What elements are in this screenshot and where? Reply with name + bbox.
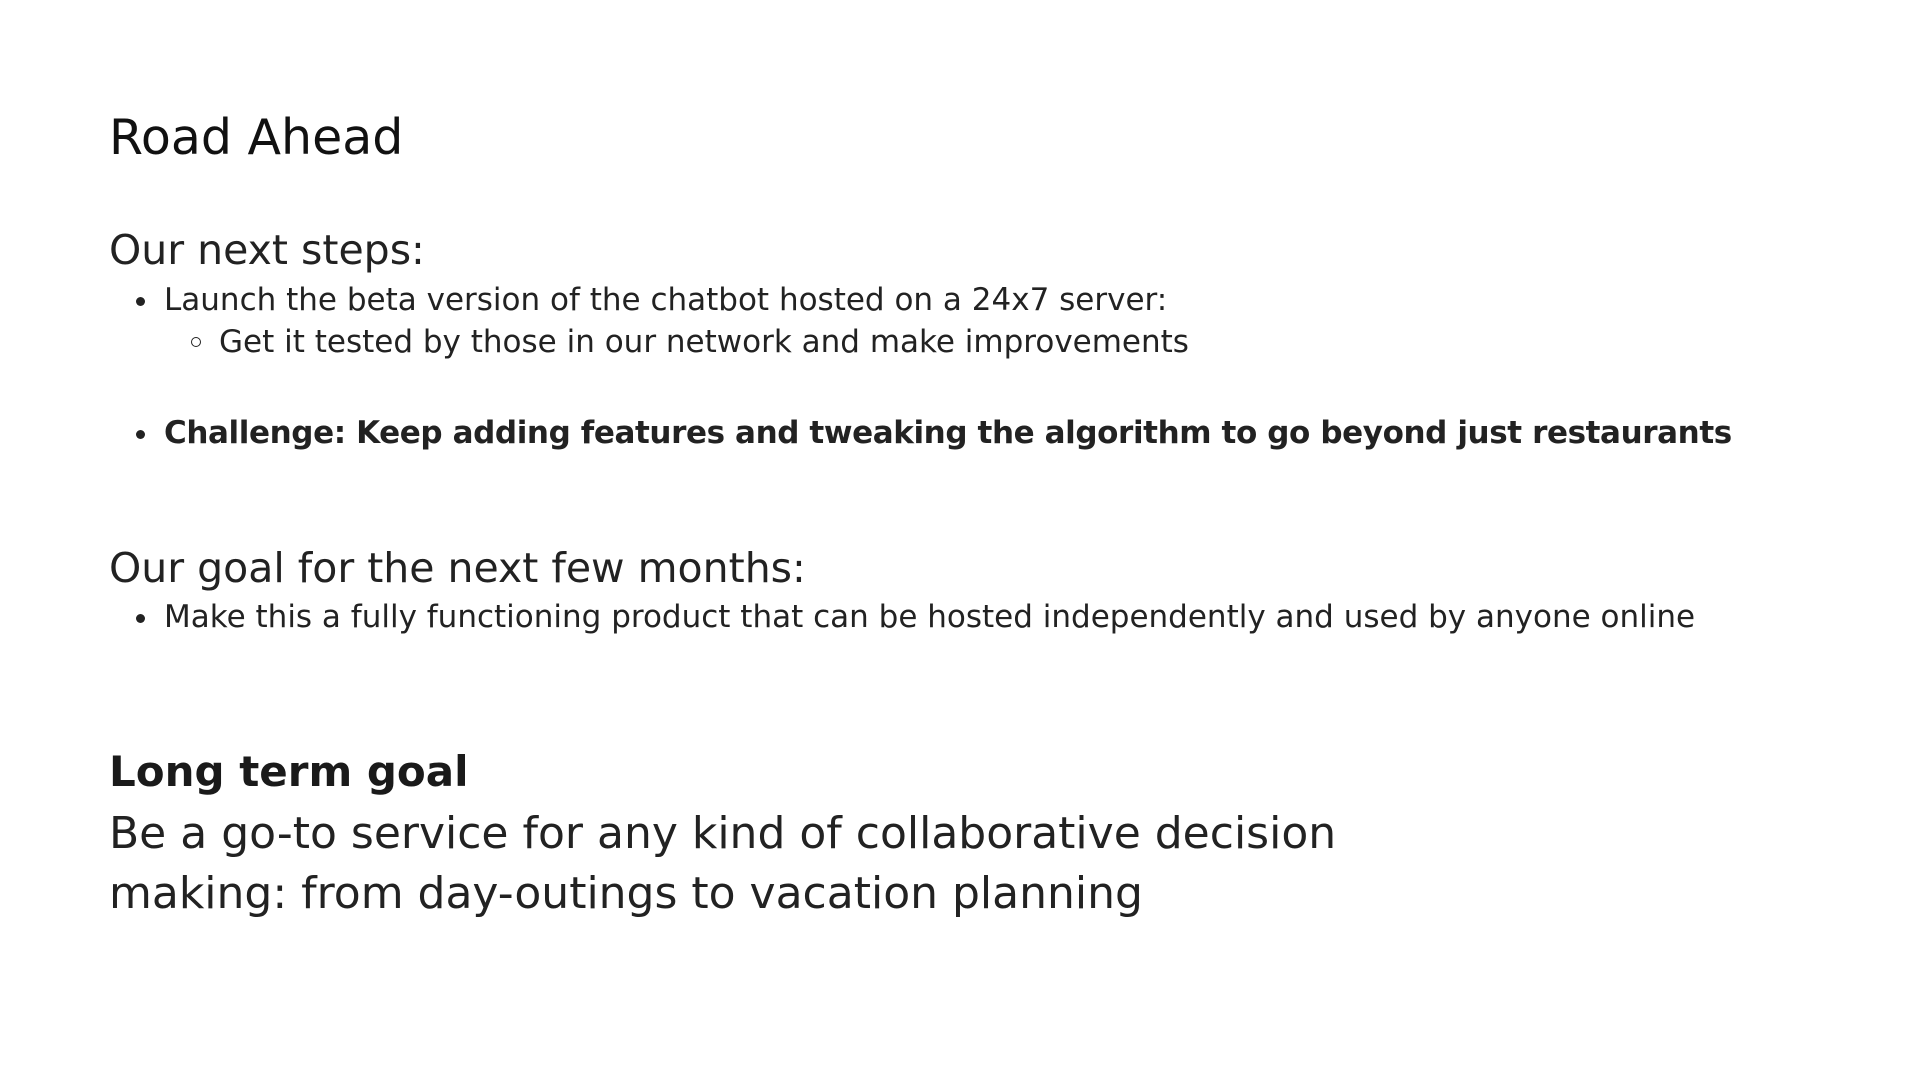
long-term-line: making: from day-outings to vacation pla… [109, 868, 1143, 919]
list-item: Make this a fully functioning product th… [109, 596, 1695, 638]
challenge-list: Challenge: Keep adding features and twea… [109, 412, 1732, 454]
bullet-icon [136, 430, 145, 439]
list-item: Launch the beta version of the chatbot h… [109, 279, 1189, 321]
sub-list-item-text: Get it tested by those in our network an… [219, 324, 1189, 360]
slide-title: Road Ahead [109, 109, 404, 166]
next-steps-list: Launch the beta version of the chatbot h… [109, 279, 1189, 363]
list-item: Challenge: Keep adding features and twea… [109, 412, 1732, 454]
goal-heading: Our goal for the next few months: [109, 544, 806, 592]
long-term-line: Be a go-to service for any kind of colla… [109, 808, 1337, 859]
slide: Road Ahead Our next steps: Launch the be… [0, 0, 1920, 1080]
long-term-heading: Long term goal [109, 747, 469, 796]
challenge-text: Challenge: Keep adding features and twea… [164, 415, 1732, 451]
sub-list-item: Get it tested by those in our network an… [109, 321, 1189, 363]
long-term-body: Be a go-to service for any kind of colla… [109, 804, 1359, 924]
bullet-icon [136, 614, 145, 623]
next-steps-heading: Our next steps: [109, 226, 425, 274]
hollow-bullet-icon [191, 337, 201, 347]
bullet-icon [136, 297, 145, 306]
list-item-text: Make this a fully functioning product th… [164, 599, 1696, 635]
list-item-text: Launch the beta version of the chatbot h… [164, 282, 1168, 318]
goal-list: Make this a fully functioning product th… [109, 596, 1695, 638]
